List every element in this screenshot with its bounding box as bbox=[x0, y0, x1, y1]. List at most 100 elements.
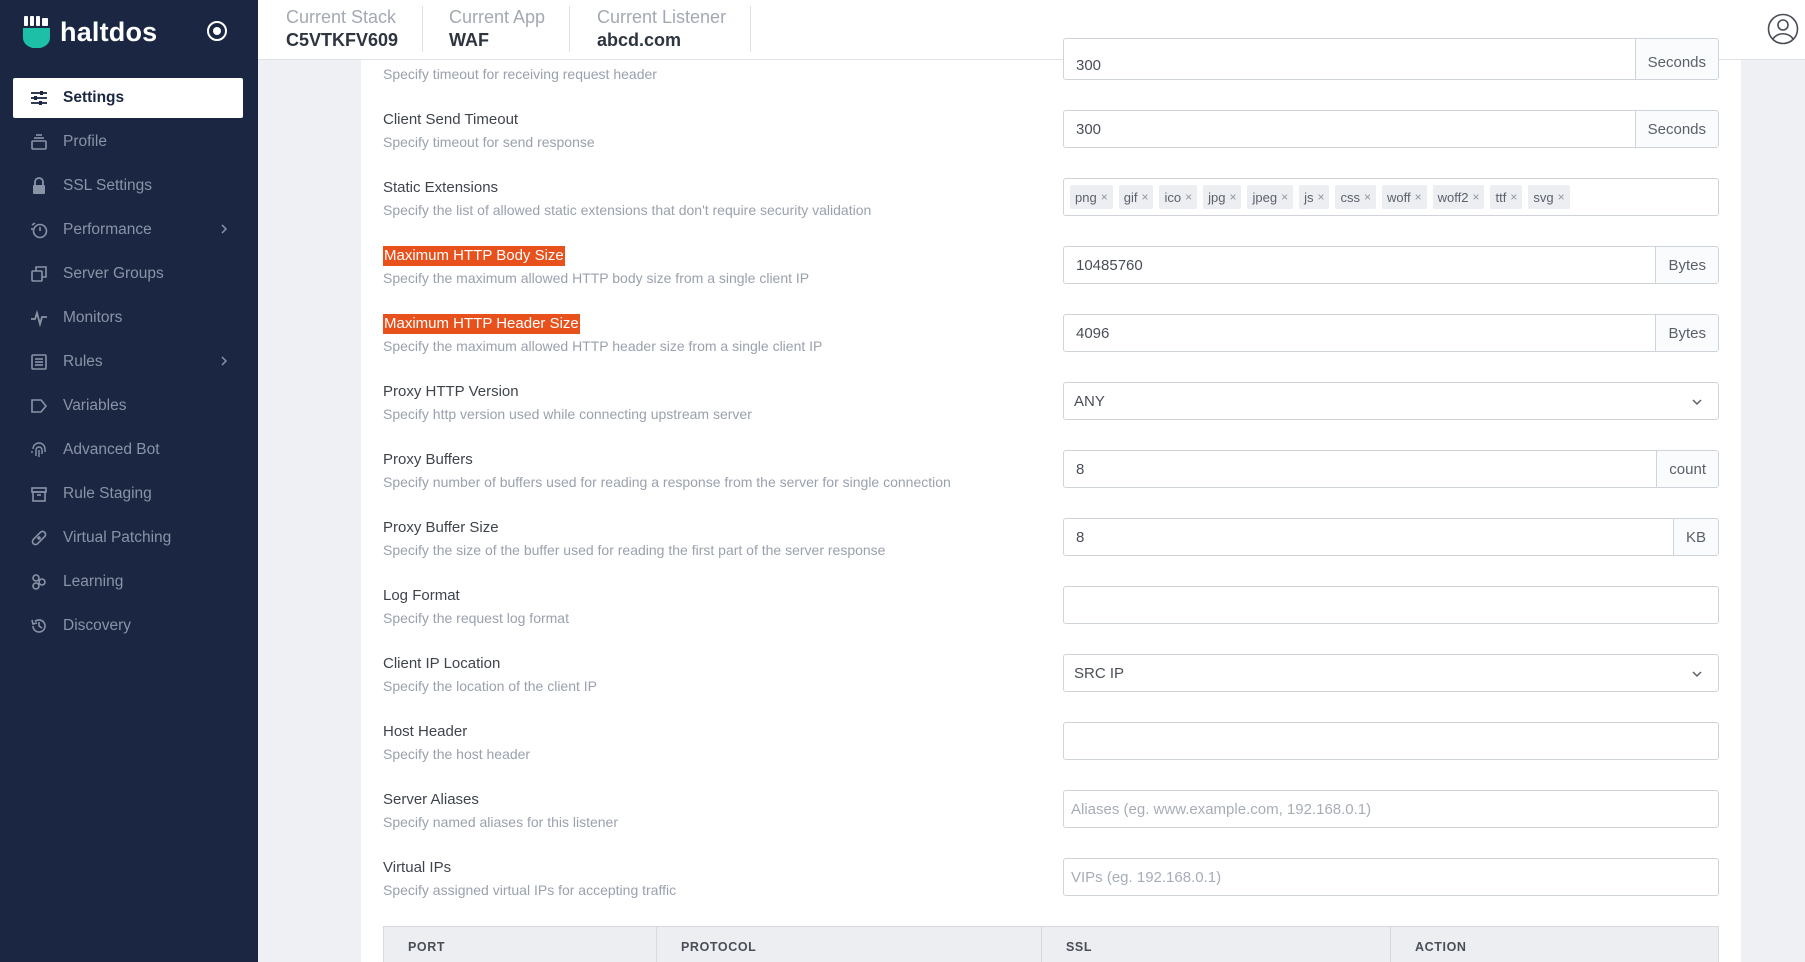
ports-table-header: PORT PROTOCOL SSL ACTION bbox=[383, 926, 1719, 962]
remove-tag-icon[interactable]: × bbox=[1101, 190, 1108, 204]
form-row-max-header-size: Maximum HTTP Header Size Specify the max… bbox=[383, 314, 1719, 370]
field-title: Proxy Buffer Size bbox=[383, 519, 499, 536]
sidebar-item-performance[interactable]: Performance bbox=[13, 210, 243, 250]
sidebar-nav: Settings Profile SSL Settings Performanc… bbox=[13, 78, 243, 650]
column-header-protocol[interactable]: PROTOCOL bbox=[657, 927, 1042, 962]
form-row-server-aliases: Server Aliases Specify named aliases for… bbox=[383, 790, 1719, 846]
sidebar-toggle-icon[interactable] bbox=[206, 20, 228, 42]
remove-tag-icon[interactable]: × bbox=[1281, 190, 1288, 204]
sidebar-item-label: Monitors bbox=[63, 309, 123, 326]
remove-tag-icon[interactable]: × bbox=[1510, 190, 1517, 204]
form-row-proxy-buffers: Proxy Buffers Specify number of buffers … bbox=[383, 450, 1719, 506]
remove-tag-icon[interactable]: × bbox=[1229, 190, 1236, 204]
remove-tag-icon[interactable]: × bbox=[1364, 190, 1371, 204]
extension-tag: jpg × bbox=[1203, 185, 1242, 209]
remove-tag-icon[interactable]: × bbox=[1141, 190, 1148, 204]
chevron-down-icon bbox=[1692, 671, 1702, 678]
field-title: Proxy HTTP Version bbox=[383, 383, 519, 400]
field-description: Specify http version used while connecti… bbox=[383, 406, 752, 422]
sidebar-item-rules[interactable]: Rules bbox=[13, 342, 243, 382]
fingerprint-icon bbox=[29, 440, 49, 460]
field-title: Proxy Buffers bbox=[383, 451, 473, 468]
remove-tag-icon[interactable]: × bbox=[1317, 190, 1324, 204]
current-stack-value: C5VTKFV609 bbox=[286, 30, 399, 50]
chevron-right-icon bbox=[221, 224, 228, 234]
remove-tag-icon[interactable]: × bbox=[1558, 190, 1565, 204]
field-title: Virtual IPs bbox=[383, 859, 452, 876]
brand[interactable]: haltdos bbox=[22, 14, 157, 50]
extension-tag: ttf × bbox=[1490, 185, 1523, 209]
sidebar-item-virtual-patching[interactable]: Virtual Patching bbox=[13, 518, 243, 558]
server-aliases-input[interactable] bbox=[1064, 791, 1718, 827]
field-title-highlighted: Maximum HTTP Header Size bbox=[383, 314, 580, 334]
chevron-right-icon bbox=[221, 356, 228, 366]
remove-tag-icon[interactable]: × bbox=[1415, 190, 1422, 204]
pulse-icon bbox=[29, 308, 49, 328]
column-header-ssl[interactable]: SSL bbox=[1042, 927, 1391, 962]
list-icon bbox=[29, 352, 49, 372]
current-stack-label: Current Stack bbox=[286, 7, 397, 27]
max-header-size-input[interactable] bbox=[1064, 315, 1656, 351]
current-listener[interactable]: Current Listener abcd.com bbox=[597, 6, 752, 52]
unit-addon: KB bbox=[1672, 519, 1718, 555]
sidebar-item-label: Variables bbox=[63, 397, 127, 414]
sidebar-item-label: Discovery bbox=[63, 617, 132, 634]
sidebar-item-label: Performance bbox=[63, 221, 152, 238]
sidebar-item-variables[interactable]: Variables bbox=[13, 386, 243, 426]
sidebar-item-advanced-bot[interactable]: Advanced Bot bbox=[13, 430, 243, 470]
sidebar-item-profile[interactable]: Profile bbox=[13, 122, 243, 162]
client-send-timeout-input[interactable] bbox=[1064, 111, 1635, 147]
sidebar-item-label: Settings bbox=[63, 89, 125, 106]
current-app-value: WAF bbox=[449, 30, 489, 50]
field-title: Host Header bbox=[383, 723, 468, 740]
column-header-action[interactable]: ACTION bbox=[1391, 927, 1718, 962]
form-row-static-extensions: Static Extensions Specify the list of al… bbox=[383, 178, 1719, 234]
remove-tag-icon[interactable]: × bbox=[1185, 190, 1192, 204]
sidebar-item-learning[interactable]: Learning bbox=[13, 562, 243, 602]
field-description: Specify the location of the client IP bbox=[383, 678, 598, 694]
max-body-size-input[interactable] bbox=[1064, 247, 1656, 283]
proxy-buffers-input[interactable] bbox=[1064, 451, 1657, 487]
sidebar-item-ssl-settings[interactable]: SSL Settings bbox=[13, 166, 243, 206]
sidebar-item-label: Server Groups bbox=[63, 265, 164, 282]
field-description: Specify the host header bbox=[383, 746, 531, 762]
extension-tag: js × bbox=[1299, 185, 1330, 209]
sidebar-item-server-groups[interactable]: Server Groups bbox=[13, 254, 243, 294]
sidebar-item-rule-staging[interactable]: Rule Staging bbox=[13, 474, 243, 514]
sliders-icon bbox=[29, 88, 49, 108]
bandage-icon bbox=[29, 528, 49, 548]
field-description: Specify the maximum allowed HTTP header … bbox=[383, 338, 823, 354]
request-header-timeout-input[interactable]: 300 Seconds bbox=[1063, 38, 1719, 80]
sidebar-item-label: Learning bbox=[63, 573, 124, 590]
static-extensions-tag-input[interactable]: png × gif × ico × jpg × jpeg × js × css × woff ×… bbox=[1063, 178, 1719, 216]
field-description: Specify the request log format bbox=[383, 610, 569, 626]
proxy-http-version-select[interactable]: ANY bbox=[1063, 382, 1719, 420]
form-row-max-body-size: Maximum HTTP Body Size Specify the maxim… bbox=[383, 246, 1719, 302]
field-description: Specify the size of the buffer used for … bbox=[383, 542, 886, 558]
field-title-highlighted: Maximum HTTP Body Size bbox=[383, 246, 565, 266]
form-row-log-format: Log Format Specify the request log forma… bbox=[383, 586, 1719, 642]
host-header-input[interactable] bbox=[1064, 723, 1718, 759]
log-format-input[interactable] bbox=[1064, 587, 1718, 623]
user-avatar-icon[interactable] bbox=[1767, 13, 1799, 45]
sidebar-item-discovery[interactable]: Discovery bbox=[13, 606, 243, 646]
current-app[interactable]: Current App WAF bbox=[449, 6, 571, 52]
current-stack[interactable]: Current Stack C5VTKFV609 bbox=[286, 6, 424, 52]
client-ip-location-select[interactable]: SRC IP bbox=[1063, 654, 1719, 692]
unit-addon: Bytes bbox=[1655, 247, 1718, 283]
remove-tag-icon[interactable]: × bbox=[1472, 190, 1479, 204]
field-description: Specify assigned virtual IPs for accepti… bbox=[383, 882, 677, 898]
virtual-ips-input[interactable] bbox=[1064, 859, 1718, 895]
archive-icon bbox=[29, 484, 49, 504]
sidebar-item-settings[interactable]: Settings bbox=[13, 78, 243, 118]
current-listener-value: abcd.com bbox=[597, 30, 682, 50]
extension-tag: png × bbox=[1070, 185, 1113, 209]
proxy-buffer-size-input[interactable] bbox=[1064, 519, 1673, 555]
virtual-ips-field bbox=[1063, 858, 1719, 896]
sidebar: haltdos Settings Profile SSL Settings Pe… bbox=[0, 0, 258, 962]
column-header-port[interactable]: PORT bbox=[384, 927, 657, 962]
sidebar-item-label: SSL Settings bbox=[63, 177, 153, 194]
sidebar-item-label: Rule Staging bbox=[63, 485, 152, 502]
sidebar-item-monitors[interactable]: Monitors bbox=[13, 298, 243, 338]
selected-value: SRC IP bbox=[1074, 664, 1125, 682]
